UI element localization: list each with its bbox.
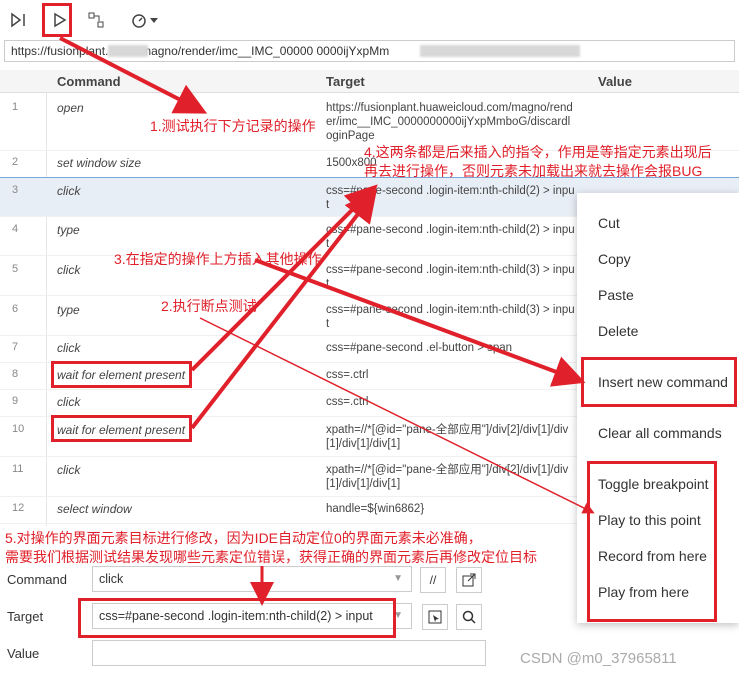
annotation-4-line1: 4.这两条都是后来插入的指令，作用是等指定元素出现后 <box>364 144 712 160</box>
arrow-insert <box>254 258 586 387</box>
annotation-4-line2: 再去进行操作，否则元素未加载出来就去操作会报BUG <box>364 163 703 179</box>
annotation-3: 3.在指定的操作上方插入其他操作 <box>114 251 322 267</box>
annotation-arrows <box>59 36 595 606</box>
arrow-run <box>59 36 208 114</box>
arrow-breakpoint <box>199 317 595 514</box>
annotation-5-line2: 需要我们根据测试结果发现哪些元素定位错误，获得正确的界面元素后再修改定位目标 <box>5 549 537 565</box>
annotation-5-line1: 5.对操作的界面元素目标进行修改，因为IDE自动定位0的界面元素未必准确， <box>5 530 482 546</box>
annotation-1: 1.测试执行下方记录的操作 <box>150 118 316 134</box>
annotation-2: 2.执行断点测试 <box>161 298 257 314</box>
watermark: CSDN @m0_37965811 <box>520 650 677 667</box>
arrow-wait-1 <box>190 184 378 372</box>
